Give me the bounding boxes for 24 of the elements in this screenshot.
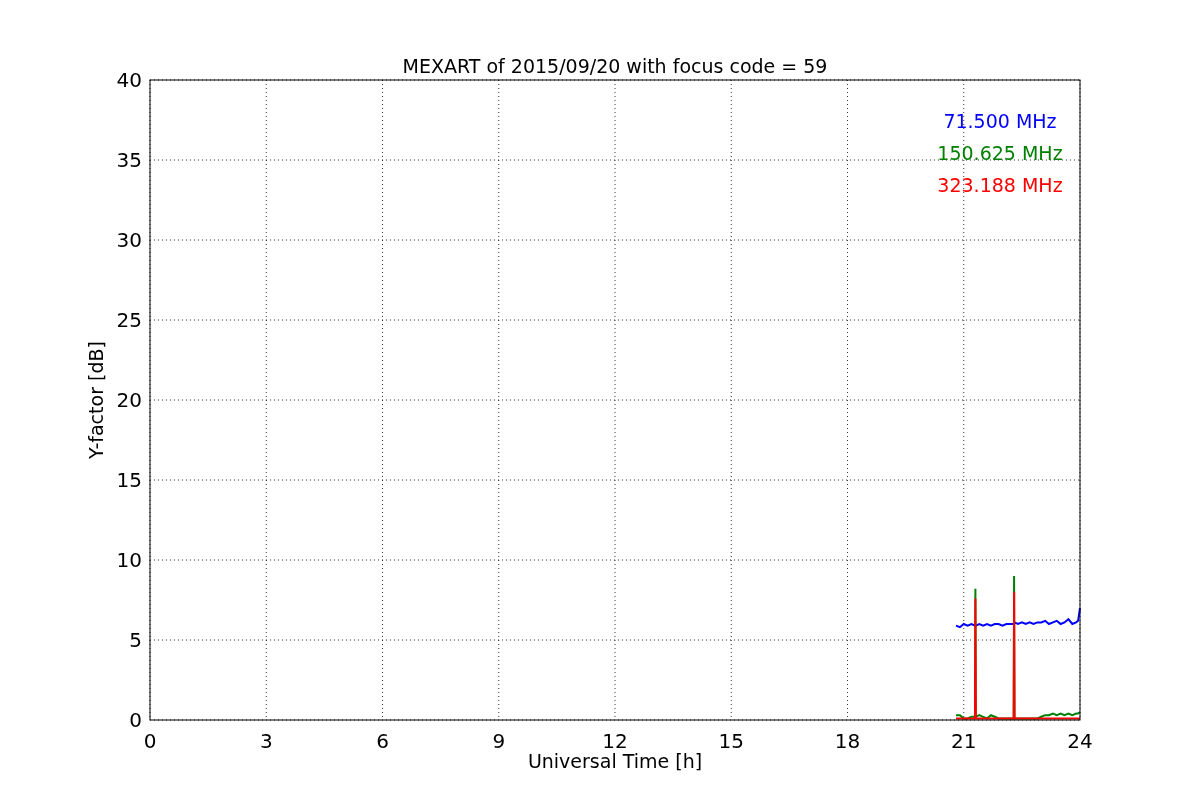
y-tick-label: 30 (116, 228, 142, 252)
y-tick-label: 10 (116, 548, 142, 572)
legend-label: 150.625 MHz (937, 142, 1063, 164)
x-tick-label: 3 (259, 729, 273, 753)
y-tick-label: 5 (129, 628, 142, 652)
x-tick-label: 15 (718, 729, 744, 753)
legend-label: 323.188 MHz (937, 174, 1063, 196)
x-tick-label: 6 (376, 729, 389, 753)
x-tick-label: 12 (602, 729, 628, 753)
chart-title: MEXART of 2015/09/20 with focus code = 59 (402, 55, 828, 77)
x-tick-label: 0 (143, 729, 157, 753)
legend-label: 71.500 MHz (943, 110, 1057, 132)
x-tick-label: 18 (834, 729, 861, 753)
y-tick-label: 15 (116, 468, 142, 492)
y-tick-label: 25 (116, 308, 142, 332)
x-axis-label: Universal Time [h] (527, 750, 703, 772)
x-tick-label: 21 (951, 729, 977, 753)
y-axis-label: Y-factor [dB] (85, 341, 107, 459)
y-tick-label: 35 (116, 148, 142, 172)
y-tick-label: 40 (116, 68, 142, 92)
y-tick-label: 20 (116, 388, 142, 412)
y-tick-label: 0 (129, 708, 142, 732)
x-tick-label: 24 (1067, 729, 1093, 753)
x-tick-label: 9 (492, 729, 506, 753)
